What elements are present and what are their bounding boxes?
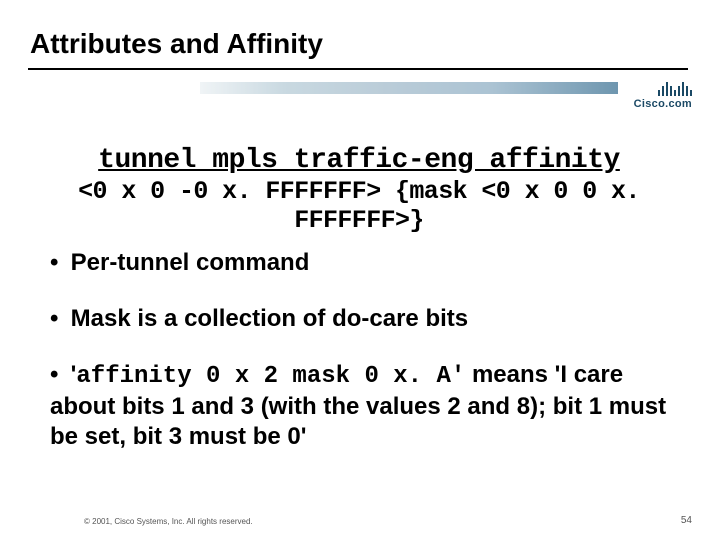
- command-block: tunnel mpls traffic-eng affinity <0 x 0 …: [64, 145, 654, 236]
- brand-stripe: [200, 82, 618, 94]
- bullet-dot: •: [50, 304, 64, 334]
- command-args: <0 x 0 -0 x. FFFFFFF> {mask <0 x 0 0 x. …: [64, 178, 654, 236]
- logo-text: Cisco.com: [634, 98, 692, 110]
- page-number: 54: [681, 515, 692, 526]
- bullet-3: • 'affinity 0 x 2 mask 0 x. A' means 'I …: [50, 360, 680, 452]
- slide: Attributes and Affinity Cisco.com tunnel…: [0, 0, 720, 540]
- bullet-1: • Per-tunnel command: [50, 248, 680, 278]
- title-underline: [28, 68, 688, 70]
- cisco-logo: Cisco.com: [634, 82, 692, 110]
- cisco-bridge-icon: [634, 82, 692, 96]
- page-title: Attributes and Affinity: [30, 28, 323, 60]
- bullet-dot: •: [50, 360, 64, 390]
- bullet-list: • Per-tunnel command • Mask is a collect…: [50, 248, 680, 478]
- copyright-footer: © 2001, Cisco Systems, Inc. All rights r…: [84, 517, 253, 526]
- bullet-2: • Mask is a collection of do-care bits: [50, 304, 680, 334]
- bullet-text: Per-tunnel command: [71, 249, 310, 276]
- bullet-text: Mask is a collection of do-care bits: [71, 305, 468, 332]
- command-line: tunnel mpls traffic-eng affinity: [64, 145, 654, 176]
- bullet-dot: •: [50, 248, 64, 278]
- bullet-code: affinity 0 x 2 mask 0 x. A': [76, 363, 465, 390]
